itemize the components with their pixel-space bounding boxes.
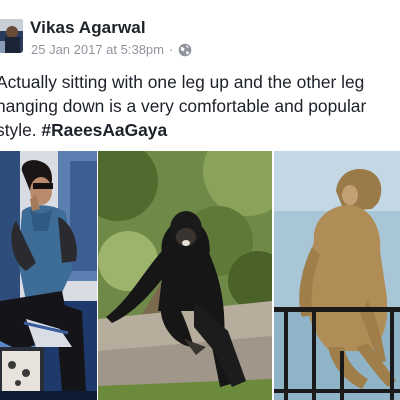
facebook-post: Vikas Agarwal 25 Jan 2017 at 5:38pm · Ac…	[0, 0, 400, 400]
post-text-prefix: style.	[0, 120, 42, 140]
globe-icon[interactable]	[178, 43, 192, 57]
photo-chimpanzee[interactable]	[98, 151, 272, 400]
post-text-line: hanging down is a very comfortable and p…	[0, 96, 367, 116]
photo-man-seated[interactable]	[0, 151, 97, 400]
post-text-line-last: style. #RaeesAaGaya	[0, 118, 400, 142]
author-avatar[interactable]	[0, 19, 23, 53]
post-text: Actually sitting with one leg up and the…	[0, 70, 400, 142]
post-text-line: Actually sitting with one leg up and the…	[0, 72, 365, 92]
meta-separator: ·	[169, 42, 174, 57]
author-name[interactable]: Vikas Agarwal	[30, 18, 146, 38]
hashtag-link[interactable]: #RaeesAaGaya	[41, 120, 167, 140]
avatar-image	[0, 19, 23, 53]
post-timestamp[interactable]: 25 Jan 2017 at 5:38pm	[31, 42, 164, 57]
post-meta: 25 Jan 2017 at 5:38pm ·	[31, 42, 192, 57]
photo-monkey-railing[interactable]	[274, 151, 400, 400]
